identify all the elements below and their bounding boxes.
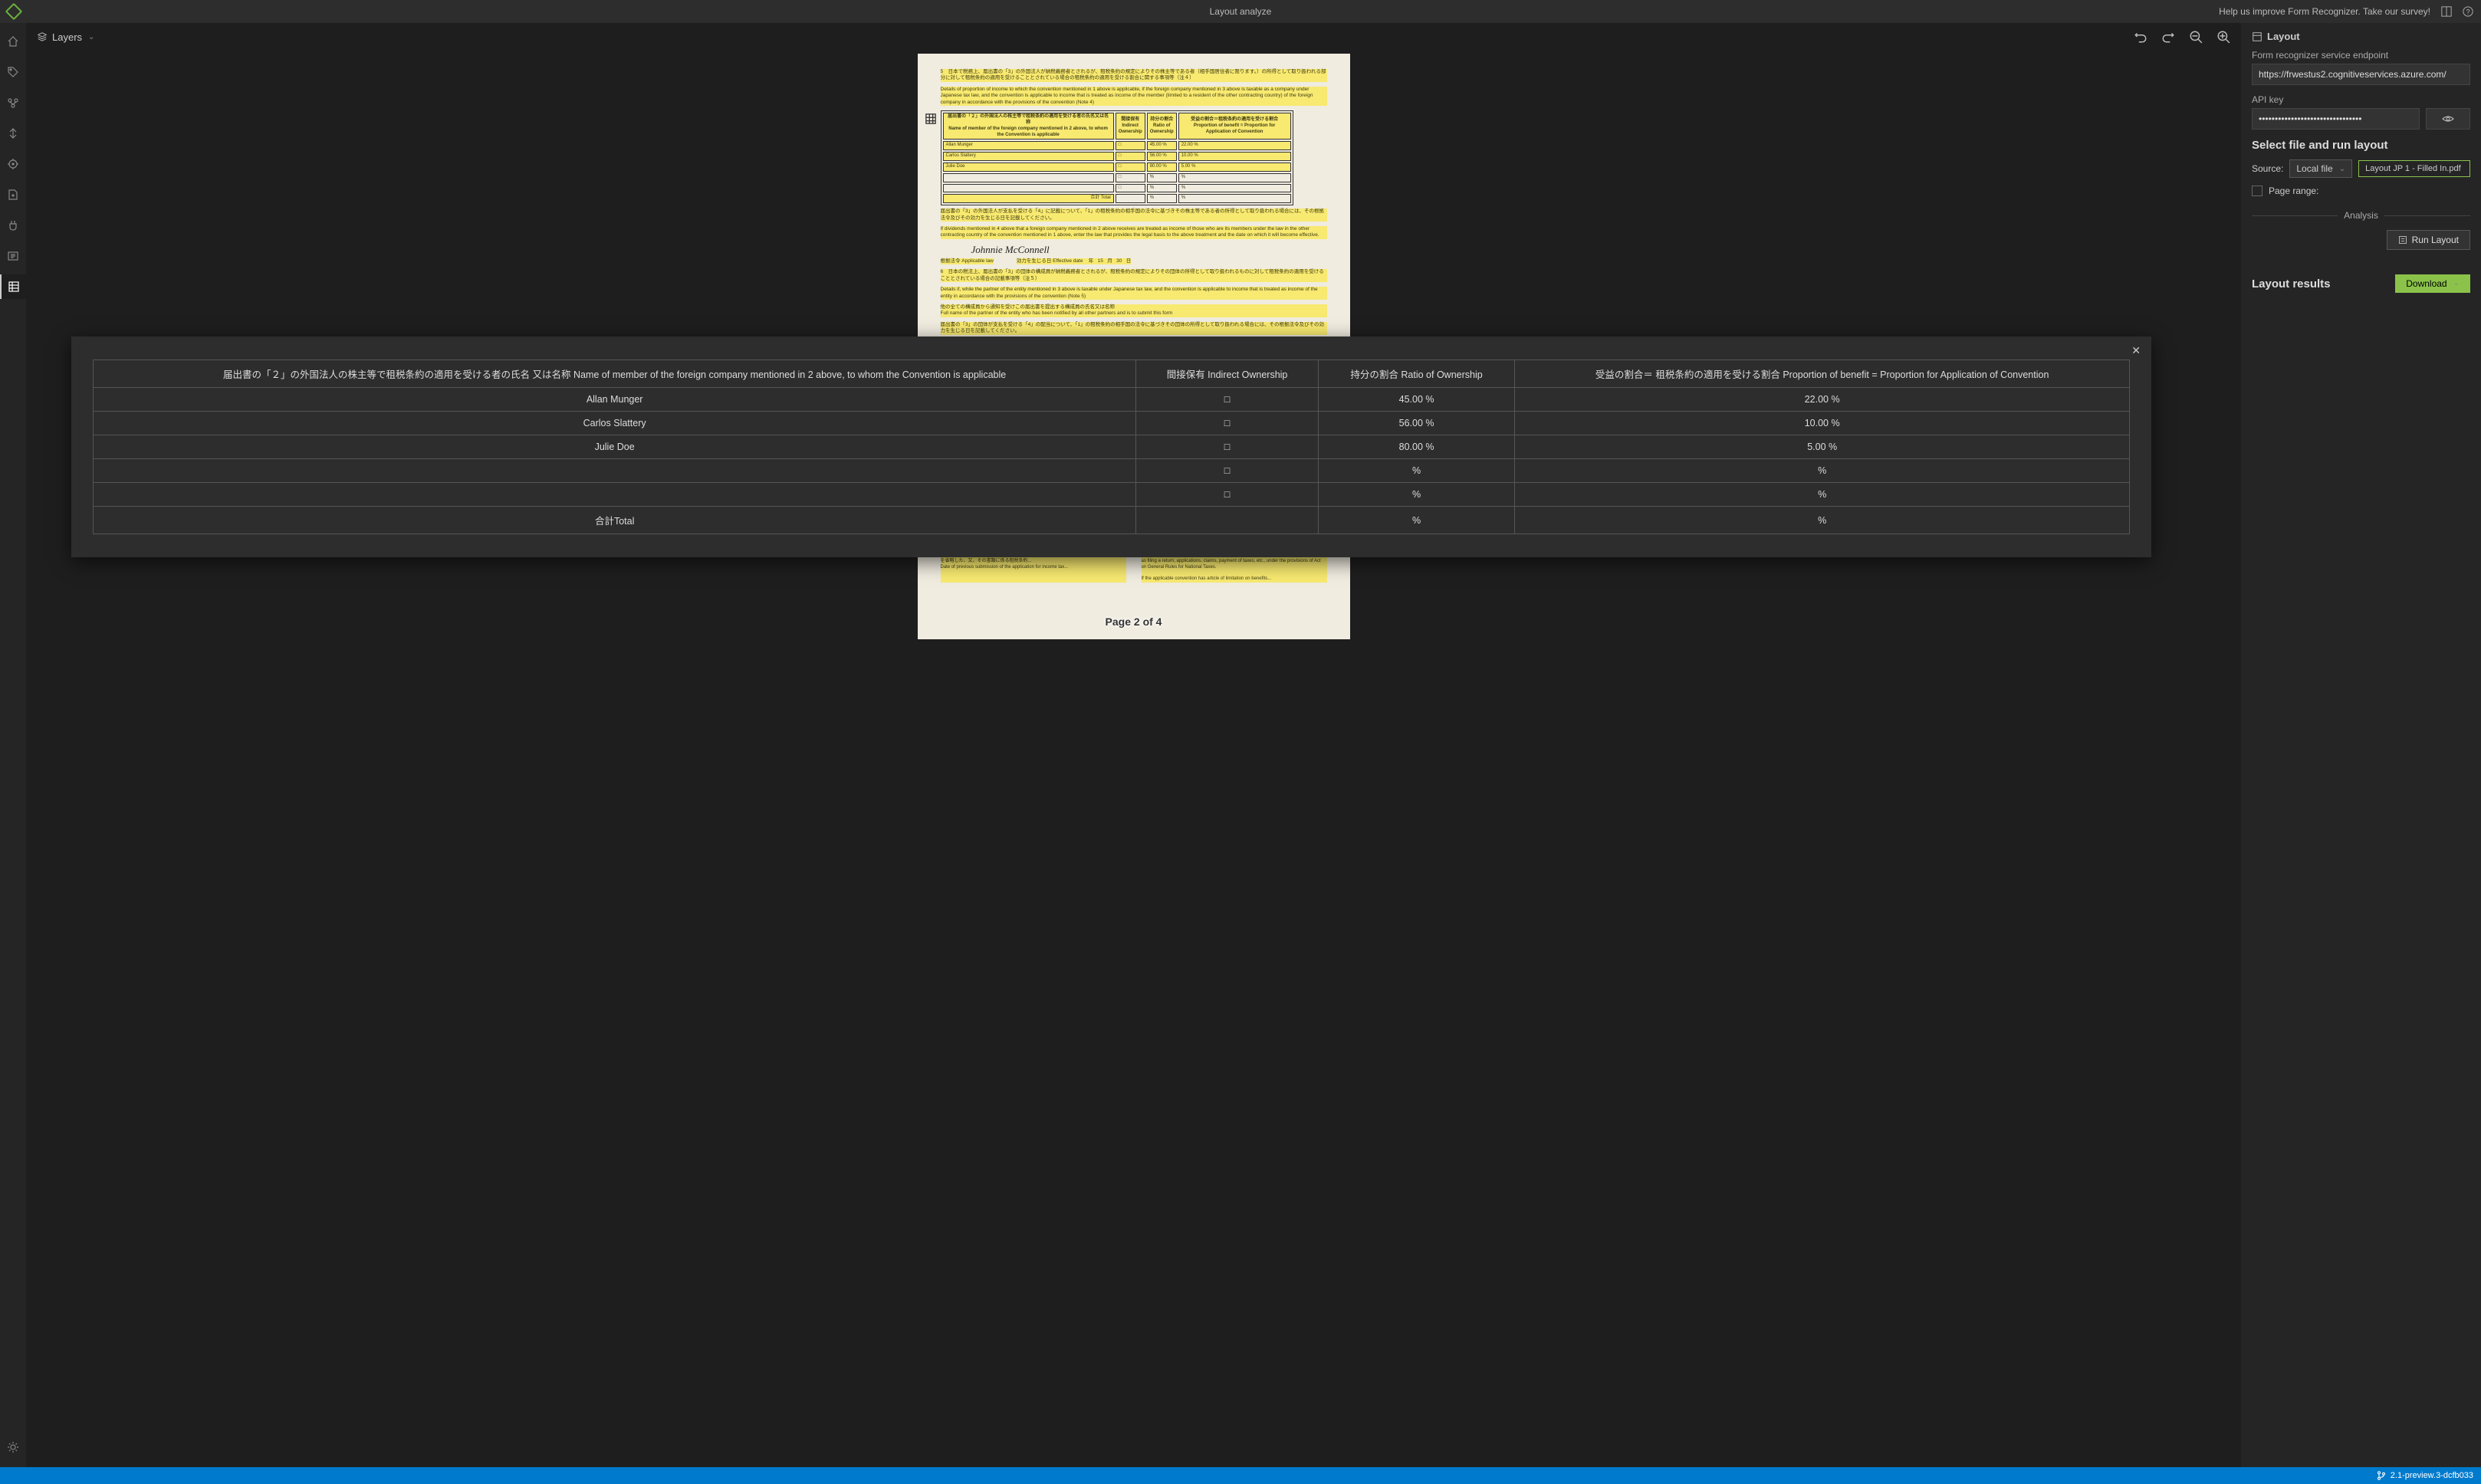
table-header-name: 届出書の「２」の外国法人の株主等で租税条約の適用を受ける者の氏名 又は名称 Na… [94, 360, 1136, 388]
page-indicator: Page 2 of 4 [1106, 615, 1162, 629]
endpoint-input[interactable] [2252, 64, 2470, 85]
statusbar: 2.1-preview.3-dcfb033 [0, 1467, 2481, 1484]
layout-section-header: Layout [2252, 31, 2470, 42]
layout-results-header: Layout results [2252, 277, 2331, 291]
right-panel: Layout Form recognizer service endpoint … [2241, 23, 2481, 1467]
app-logo-icon [5, 3, 23, 21]
left-sidebar [0, 23, 26, 1467]
table-row: Carlos Slattery□56.00 %10.00 % [94, 412, 2130, 435]
analysis-divider-label: Analysis [2344, 210, 2378, 221]
source-label: Source: [2252, 163, 2283, 174]
undo-icon[interactable] [2134, 30, 2147, 44]
table-row: Julie Doe□80.00 %5.00 % [94, 435, 2130, 459]
layers-label: Layers [52, 31, 82, 43]
table-header-ratio: 持分の割合 Ratio of Ownership [1318, 360, 1515, 388]
table-results-modal: ✕ 届出書の「２」の外国法人の株主等で租税条約の適用を受ける者の氏名 又は名称 … [71, 337, 2151, 557]
table-row: Allan Munger□45.00 %22.00 % [94, 388, 2130, 412]
download-button[interactable]: Download ⌄ [2395, 274, 2470, 293]
nav-home[interactable] [0, 29, 26, 54]
help-icon[interactable]: ? [2463, 6, 2473, 17]
signature-text: Johnnie McConnell [971, 244, 1296, 257]
nav-tag[interactable] [0, 60, 26, 84]
layers-dropdown[interactable]: Layers ⌄ [37, 31, 94, 43]
nav-new-file[interactable] [0, 182, 26, 207]
table-row: 合計Total%% [94, 507, 2130, 534]
chevron-down-icon: ⌄ [2453, 279, 2460, 287]
table-header-indirect: 間接保有 Indirect Ownership [1136, 360, 1319, 388]
run-layout-button[interactable]: Run Layout [2387, 230, 2470, 250]
nav-settings[interactable] [0, 1435, 26, 1459]
nav-text[interactable] [0, 244, 26, 268]
table-row: □%% [94, 483, 2130, 507]
version-text: 2.1-preview.3-dcfb033 [2391, 1471, 2473, 1480]
nav-layout[interactable] [0, 274, 26, 299]
page-range-checkbox[interactable] [2252, 186, 2262, 196]
analyze-icon [2398, 235, 2407, 245]
endpoint-label: Form recognizer service endpoint [2252, 50, 2470, 61]
editor-toolbar: Layers ⌄ [26, 23, 2241, 51]
nav-train[interactable] [0, 152, 26, 176]
titlebar: Layout analyze Help us improve Form Reco… [0, 0, 2481, 23]
survey-link[interactable]: Help us improve Form Recognizer. Take ou… [2219, 6, 2430, 17]
layout-results-table: 届出書の「２」の外国法人の株主等で租税条約の適用を受ける者の氏名 又は名称 Na… [93, 360, 2130, 534]
modal-close-button[interactable]: ✕ [2131, 344, 2141, 357]
svg-text:?: ? [2466, 8, 2470, 16]
nav-connection[interactable] [0, 213, 26, 238]
zoom-in-icon[interactable] [2216, 30, 2230, 44]
chevron-down-icon: ⌄ [88, 33, 94, 41]
nav-compose[interactable] [0, 121, 26, 146]
app-title: Layout analyze [1210, 6, 1272, 17]
chevron-down-icon: ⌄ [2339, 165, 2345, 173]
api-key-label: API key [2252, 94, 2470, 105]
table-marker-icon[interactable] [925, 113, 936, 124]
select-file-header: Select file and run layout [2252, 139, 2470, 152]
toggle-password-visibility-button[interactable] [2426, 108, 2470, 130]
doc-preview-table: 届出書の「２」の外国法人の株主等で租税条約の適用を受ける者の氏名又は名称Name… [941, 110, 1293, 205]
split-view-icon[interactable] [2441, 6, 2452, 17]
editor-area: Layers ⌄ 5 日本で税務上、届出書の「3」の外国法人が納税義務者とされる… [26, 23, 2241, 1467]
document-canvas[interactable]: 5 日本で税務上、届出書の「3」の外国法人が納税義務者とされるが、租税条約の規定… [26, 51, 2241, 1467]
table-row: □%% [94, 459, 2130, 483]
zoom-out-icon[interactable] [2189, 30, 2203, 44]
eye-icon [2442, 113, 2454, 125]
branch-icon [2377, 1471, 2386, 1480]
source-dropdown[interactable]: Local file ⌄ [2289, 159, 2352, 178]
api-key-input[interactable] [2252, 108, 2420, 130]
table-header-benefit: 受益の割合＝ 租税条約の適用を受ける割合 Proportion of benef… [1515, 360, 2130, 388]
nav-model[interactable] [0, 90, 26, 115]
redo-icon[interactable] [2161, 30, 2175, 44]
page-range-label: Page range: [2269, 186, 2318, 196]
selected-file-display[interactable]: Layout JP 1 - Filled In.pdf [2358, 160, 2470, 177]
